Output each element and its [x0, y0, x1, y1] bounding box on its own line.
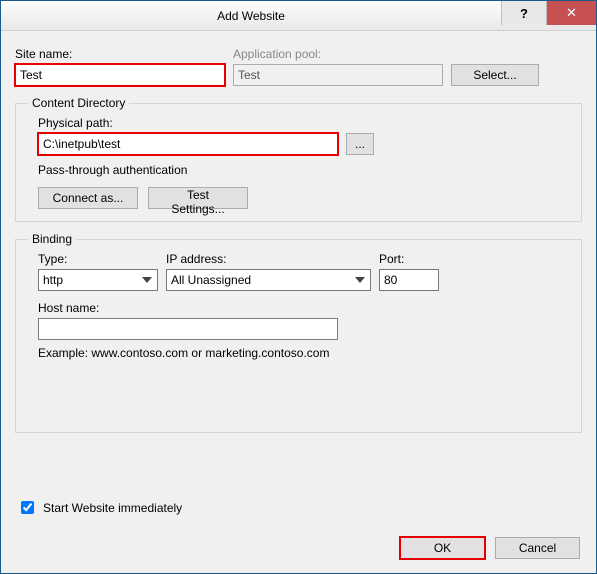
content-directory-group: Content Directory Physical path: ... Pas…: [15, 96, 582, 222]
content-directory-legend: Content Directory: [28, 96, 129, 110]
dialog-footer: OK Cancel: [400, 537, 580, 559]
binding-ip-select[interactable]: All Unassigned: [166, 269, 371, 291]
help-button[interactable]: ?: [501, 1, 546, 25]
browse-path-button[interactable]: ...: [346, 133, 374, 155]
host-name-example: Example: www.contoso.com or marketing.co…: [38, 346, 569, 360]
binding-group: Binding Type: http IP address: All Unass…: [15, 232, 582, 433]
site-name-input[interactable]: [15, 64, 225, 86]
connect-as-button[interactable]: Connect as...: [38, 187, 138, 209]
binding-ip-label: IP address:: [166, 252, 371, 266]
host-name-label: Host name:: [38, 301, 569, 315]
window-buttons: ? ✕: [501, 1, 596, 30]
start-immediately-checkbox[interactable]: [21, 501, 34, 514]
physical-path-input[interactable]: [38, 133, 338, 155]
select-app-pool-button[interactable]: Select...: [451, 64, 539, 86]
physical-path-label: Physical path:: [38, 116, 569, 130]
start-immediately-row: Start Website immediately: [17, 498, 182, 517]
close-button[interactable]: ✕: [546, 1, 596, 25]
binding-port-input[interactable]: [379, 269, 439, 291]
window-title: Add Website: [1, 9, 501, 23]
binding-legend: Binding: [28, 232, 76, 246]
passthrough-label: Pass-through authentication: [38, 163, 569, 177]
binding-port-label: Port:: [379, 252, 439, 266]
binding-type-select[interactable]: http: [38, 269, 158, 291]
cancel-button[interactable]: Cancel: [495, 537, 580, 559]
site-name-label: Site name:: [15, 47, 225, 61]
app-pool-input: [233, 64, 443, 86]
start-immediately-label: Start Website immediately: [43, 501, 182, 515]
binding-type-label: Type:: [38, 252, 158, 266]
test-settings-button[interactable]: Test Settings...: [148, 187, 248, 209]
host-name-input[interactable]: [38, 318, 338, 340]
ok-button[interactable]: OK: [400, 537, 485, 559]
app-pool-label: Application pool:: [233, 47, 443, 61]
titlebar: Add Website ? ✕: [1, 1, 596, 31]
add-website-dialog: Add Website ? ✕ Site name: Application p…: [0, 0, 597, 574]
